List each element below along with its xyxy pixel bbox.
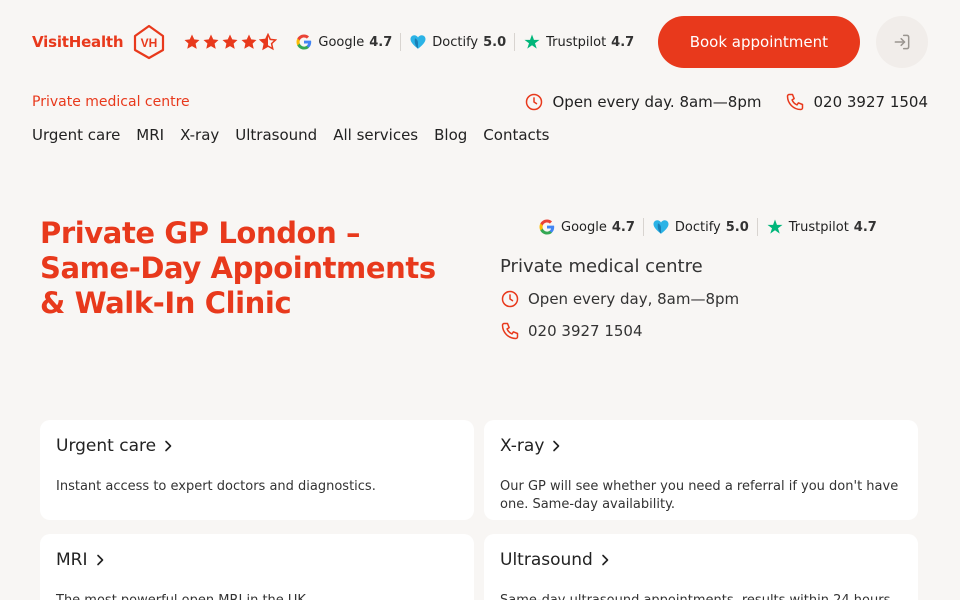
star-icon	[203, 34, 219, 49]
header-top: VisitHealth VH Google 4.7 Doctify 5.0 Tr…	[32, 16, 928, 68]
service-card-x-ray[interactable]: X-ray Our GP will see whether you need a…	[484, 420, 918, 520]
card-title-text: X-ray	[500, 436, 545, 456]
logo-text: VisitHealth	[32, 33, 124, 51]
google-icon	[539, 219, 555, 235]
phone-icon	[501, 322, 519, 340]
hours-text: Open every day, 8am—8pm	[528, 290, 740, 308]
nav-item-urgent-care[interactable]: Urgent care	[32, 126, 120, 144]
card-description: Instant access to expert doctors and dia…	[56, 479, 376, 494]
hero-opening-hours: Open every day, 8am—8pm	[500, 289, 920, 309]
hero-rating-badges: Google 4.7 Doctify 5.0 Trustpilot 4.7	[530, 216, 920, 238]
star-icon	[241, 34, 257, 49]
card-title-text: MRI	[56, 550, 88, 570]
logo[interactable]: VisitHealth VH	[32, 24, 167, 60]
main-nav: Urgent care MRI X-ray Ultrasound All ser…	[32, 126, 549, 144]
google-icon	[296, 34, 312, 50]
phone-text: 020 3927 1504	[528, 322, 643, 340]
card-title-text: Ultrasound	[500, 550, 593, 570]
hero-clinic-label: Private medical centre	[500, 256, 703, 277]
card-title[interactable]: Ultrasound	[500, 550, 902, 570]
rating-trustpilot[interactable]: Trustpilot 4.7	[514, 33, 642, 51]
card-description: Same-day ultrasound appointments, result…	[500, 592, 902, 600]
rating-name: Google	[318, 34, 365, 50]
card-title[interactable]: X-ray	[500, 436, 902, 456]
clock-icon	[501, 290, 519, 308]
rating-badges: Google 4.7 Doctify 5.0 Trustpilot 4.7	[287, 33, 642, 51]
hero-phone-link[interactable]: 020 3927 1504	[500, 321, 920, 341]
rating-google[interactable]: Google 4.7	[530, 218, 643, 236]
nav-item-x-ray[interactable]: X-ray	[180, 126, 219, 144]
rating-value: 5.0	[725, 219, 749, 235]
nav-item-contacts[interactable]: Contacts	[483, 126, 549, 144]
star-icon	[222, 34, 238, 49]
header-info-bar: Private medical centre Open every day. 8…	[32, 90, 928, 114]
clock-icon	[526, 93, 543, 111]
doctify-icon	[653, 220, 669, 234]
rating-name: Doctify	[432, 34, 479, 50]
doctify-icon	[410, 35, 426, 49]
chevron-right-icon	[165, 440, 172, 452]
nav-item-blog[interactable]: Blog	[434, 126, 467, 144]
trustpilot-icon	[767, 219, 783, 234]
chevron-right-icon	[553, 440, 560, 452]
rating-value: 4.7	[611, 219, 635, 235]
star-rating	[183, 33, 278, 51]
hours-text: Open every day. 8am—8pm	[552, 93, 762, 111]
page-title: Private GP London – Same-Day Appointment…	[40, 216, 436, 320]
rating-doctify[interactable]: Doctify 5.0	[642, 218, 757, 236]
rating-value: 4.7	[611, 34, 635, 50]
rating-doctify[interactable]: Doctify 5.0	[400, 33, 514, 51]
rating-name: Trustpilot	[788, 219, 849, 235]
phone-link[interactable]: 020 3927 1504	[785, 92, 928, 112]
logo-mark-icon: VH	[134, 24, 165, 60]
card-title[interactable]: MRI	[56, 550, 458, 570]
card-description: The most powerful open MRI in the UK	[56, 592, 458, 600]
service-card-urgent-care[interactable]: Urgent care Instant access to expert doc…	[40, 420, 474, 520]
clinic-link[interactable]: Private medical centre	[32, 94, 190, 110]
chevron-right-icon	[602, 554, 609, 566]
rating-value: 4.7	[853, 219, 877, 235]
half-star-icon	[259, 33, 278, 51]
rating-value: 4.7	[369, 34, 393, 50]
phone-icon	[787, 93, 804, 111]
rating-google[interactable]: Google 4.7	[287, 33, 400, 51]
opening-hours: Open every day. 8am—8pm	[524, 92, 761, 112]
star-icon	[184, 34, 200, 49]
service-card-ultrasound[interactable]: Ultrasound Same-day ultrasound appointme…	[484, 534, 918, 600]
trustpilot-icon	[524, 34, 540, 49]
card-title[interactable]: Urgent care	[56, 436, 458, 456]
login-icon	[894, 34, 910, 50]
rating-name: Trustpilot	[546, 34, 607, 50]
rating-trustpilot[interactable]: Trustpilot 4.7	[756, 218, 885, 236]
rating-name: Doctify	[674, 219, 721, 235]
hero-info: Google 4.7 Doctify 5.0 Trustpilot 4.7 Pr…	[500, 216, 920, 341]
service-card-mri[interactable]: MRI The most powerful open MRI in the UK	[40, 534, 474, 600]
rating-name: Google	[561, 219, 607, 235]
svg-text:VH: VH	[141, 36, 158, 50]
chevron-right-icon	[96, 554, 103, 566]
nav-item-all-services[interactable]: All services	[333, 126, 418, 144]
rating-value: 5.0	[483, 34, 507, 50]
nav-item-ultrasound[interactable]: Ultrasound	[235, 126, 317, 144]
phone-text: 020 3927 1504	[813, 93, 928, 111]
card-title-text: Urgent care	[56, 436, 157, 456]
login-button[interactable]	[876, 16, 928, 68]
nav-item-mri[interactable]: MRI	[136, 126, 164, 144]
card-description: Our GP will see whether you need a refer…	[500, 479, 899, 512]
book-appointment-button[interactable]: Book appointment	[657, 16, 860, 68]
